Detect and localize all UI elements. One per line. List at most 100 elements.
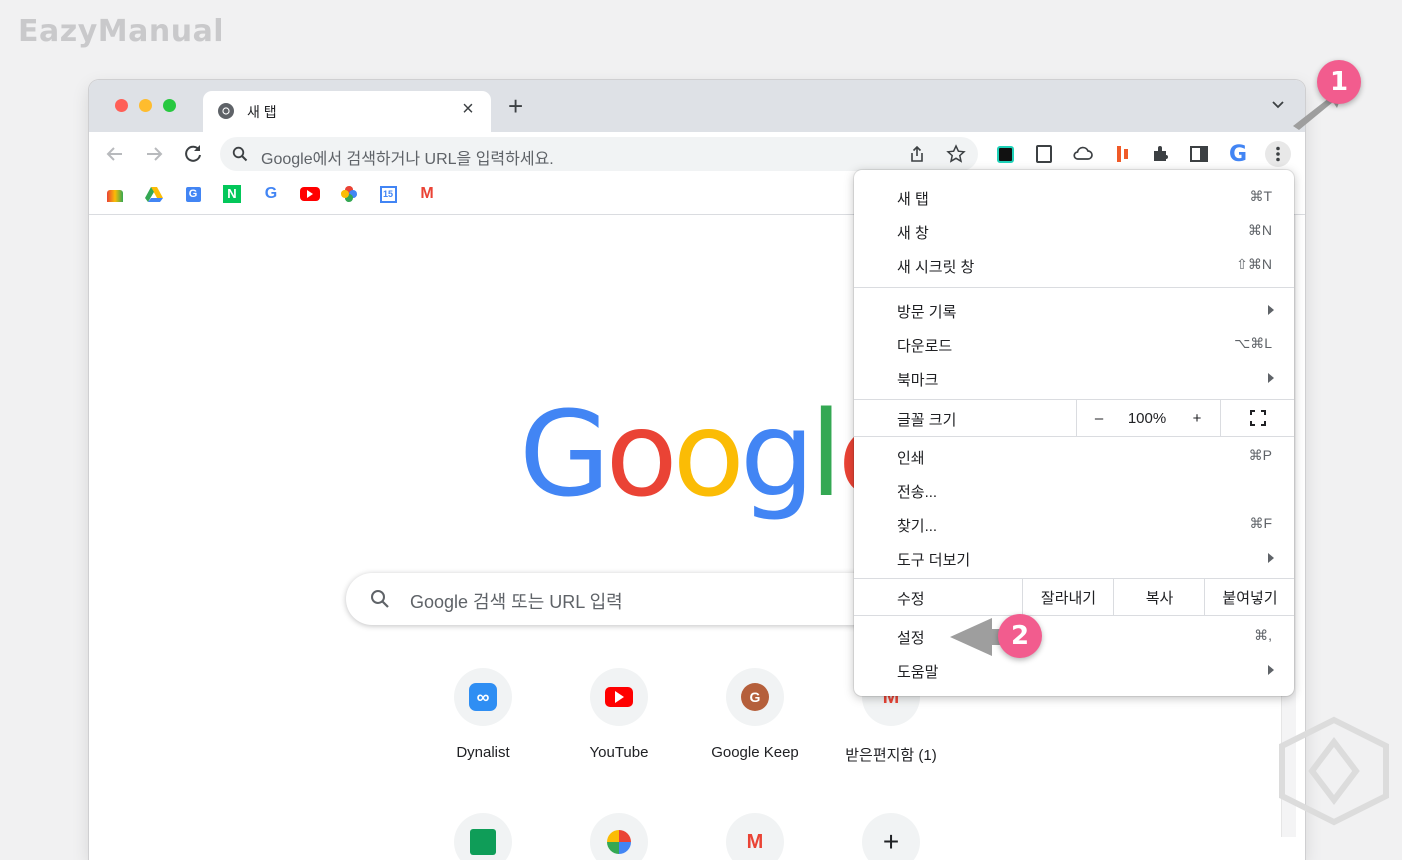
cut-button[interactable]: 잘라내기 [1022,579,1114,615]
menu-shortcut: ⌘F [1249,515,1272,531]
tab-new-tab[interactable]: 새 탭 × [203,91,491,132]
bookmark-calendar-icon[interactable]: 15 [378,184,398,204]
menu-item-history[interactable]: 방문 기록 [854,293,1294,327]
menu-shortcut: ⌥⌘L [1234,335,1272,351]
zoom-in-button[interactable]: + [1174,400,1220,436]
watermark-logo-icon [1279,716,1389,826]
search-icon [371,590,389,608]
bookmark-drive-icon[interactable] [144,184,164,204]
bookmark-naver-icon[interactable]: N [222,184,242,204]
search-placeholder: Google 검색 또는 URL 입력 [410,592,623,612]
cloud-icon[interactable] [1071,142,1095,166]
bookmark-chrome-web-store-icon[interactable] [105,184,125,204]
logo-letter: o [605,385,677,523]
youtube-icon [605,687,633,707]
back-icon[interactable] [103,142,127,166]
bookmark-gmail-icon[interactable]: M [417,184,437,204]
address-bar-placeholder: Google에서 검색하거나 URL을 입력하세요. [261,151,554,168]
menu-item-downloads[interactable]: 다운로드 ⌥⌘L [854,327,1294,361]
menu-item-label: 찾기... [897,518,938,535]
close-window-button[interactable] [115,99,128,112]
zoom-level: 100% [1127,409,1167,427]
shortcut-tile[interactable]: YouTube [563,668,675,761]
puzzle-extensions-icon[interactable] [1149,142,1173,166]
menu-item-incognito[interactable]: 새 시크릿 창 ⇧⌘N [854,248,1294,282]
menu-item-settings[interactable]: 설정 ⌘, [854,619,1294,653]
menu-shortcut: ⌘, [1254,627,1272,643]
share-icon[interactable] [908,145,926,163]
side-panel-icon[interactable] [1187,142,1211,166]
google-logo: Google [519,395,910,513]
menu-item-help[interactable]: 도움말 [854,653,1294,687]
photos-icon [607,830,631,854]
logo-letter: o [672,385,745,523]
menu-item-bookmarks[interactable]: 북마크 [854,361,1294,395]
bars-extension-icon[interactable] [1110,142,1134,166]
menu-item-label: 전송... [897,484,938,501]
dynalist-icon: ∞ [469,683,497,711]
shortcut-icon-circle: G [726,668,784,726]
sheets-icon [470,829,496,855]
chrome-main-menu: 새 탭 ⌘T 새 창 ⌘N 새 시크릿 창 ⇧⌘N 방문 기록 다운로드 ⌥⌘L… [854,170,1294,696]
menu-item-print[interactable]: 인쇄 ⌘P [854,439,1294,473]
tab-title: 새 탭 [247,104,277,120]
submenu-arrow-icon [1268,553,1274,563]
kebab-menu-button[interactable] [1265,141,1291,167]
address-bar[interactable]: Google에서 검색하거나 URL을 입력하세요. [220,137,978,171]
menu-divider [854,287,1294,288]
watermark: EazyManual [18,14,225,49]
submenu-arrow-icon [1268,373,1274,383]
more-vert-icon [1276,146,1280,162]
shortcut-tile[interactable]: ∞ Dynalist [427,668,539,761]
menu-item-new-tab[interactable]: 새 탭 ⌘T [854,180,1294,214]
bookmark-photos-icon[interactable] [339,184,359,204]
paste-button[interactable]: 붙여넣기 [1204,579,1295,615]
zoom-out-button[interactable]: – [1076,400,1121,436]
logo-letter: g [739,385,815,523]
menu-item-find[interactable]: 찾기... ⌘F [854,507,1294,541]
menu-shortcut: ⇧⌘N [1236,256,1272,272]
link-extension-icon[interactable] [993,142,1017,166]
bookmark-youtube-icon[interactable] [300,184,320,204]
search-box[interactable]: Google 검색 또는 URL 입력 [346,573,930,625]
copy-button[interactable]: 복사 [1113,579,1205,615]
new-tab-button[interactable]: + [508,93,523,119]
shortcut-label: Dynalist [456,744,510,761]
minimize-window-button[interactable] [139,99,152,112]
search-icon [232,146,248,162]
shortcut-icon-circle: ∞ [454,668,512,726]
menu-item-label: 새 탭 [897,191,929,208]
shortcut-label: 받은편지함 (1) [845,747,937,764]
clipboard-extension-icon[interactable] [1032,142,1056,166]
logo-letter: G [519,385,610,523]
bookmark-star-icon[interactable] [946,144,966,164]
shortcut-tile[interactable]: G Google Keep [699,668,811,761]
title-bar: 새 탭 × + [89,80,1305,132]
forward-icon[interactable] [142,142,166,166]
gmail-icon: M [746,830,764,853]
menu-item-cast[interactable]: 전송... [854,473,1294,507]
bookmark-google-icon[interactable]: G [261,184,281,204]
submenu-arrow-icon [1268,665,1274,675]
keep-icon: G [741,683,769,711]
menu-item-label: 도구 더보기 [897,552,971,569]
tab-close-icon[interactable]: × [457,98,479,121]
zoom-window-button[interactable] [163,99,176,112]
menu-item-label: 다운로드 [897,338,953,355]
shortcut-icon-circle [590,668,648,726]
menu-item-label: 설정 [897,630,925,647]
google-account-icon[interactable]: G [1226,142,1250,167]
reload-icon[interactable] [181,142,205,166]
bookmark-translate-icon[interactable]: G [183,184,203,204]
submenu-arrow-icon [1268,305,1274,315]
annotation-badge-1: 1 [1317,60,1361,104]
annotation-badge-2: 2 [998,614,1042,658]
fullscreen-button[interactable] [1220,400,1295,436]
menu-item-label: 북마크 [897,372,939,389]
menu-item-label: 방문 기록 [897,304,957,321]
menu-item-new-window[interactable]: 새 창 ⌘N [854,214,1294,248]
menu-shortcut: ⌘T [1249,188,1272,204]
chevron-down-icon[interactable] [1271,98,1285,112]
menu-item-more-tools[interactable]: 도구 더보기 [854,541,1294,575]
chrome-icon [218,103,234,119]
